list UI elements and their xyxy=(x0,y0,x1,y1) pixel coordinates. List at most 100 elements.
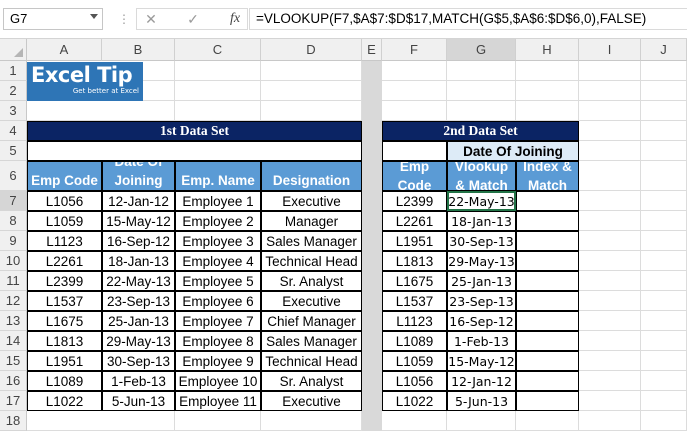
table1-cell[interactable]: Employee 3 xyxy=(175,231,261,251)
table1-header-3[interactable]: Designation xyxy=(261,161,362,191)
table1-cell[interactable]: 12-Jan-12 xyxy=(102,191,175,211)
table1-header-1[interactable]: Date Of Joining xyxy=(102,161,175,191)
table1-cell[interactable]: L1951 xyxy=(27,351,102,371)
row-header-11[interactable]: 11 xyxy=(0,271,27,291)
table1-cell[interactable]: 23-Sep-13 xyxy=(102,291,175,311)
row-header-8[interactable]: 8 xyxy=(0,211,27,231)
row-header-3[interactable]: 3 xyxy=(0,101,27,121)
table1-cell[interactable]: 30-Sep-13 xyxy=(102,351,175,371)
table2-cell[interactable]: L1089 xyxy=(382,331,447,351)
table2-cell[interactable]: L1813 xyxy=(382,251,447,271)
table1-cell[interactable]: L1089 xyxy=(27,371,102,391)
table1-blank-row[interactable] xyxy=(27,141,362,161)
table2-cell[interactable]: 29-May-13 xyxy=(447,251,516,271)
row-header-12[interactable]: 12 xyxy=(0,291,27,311)
table2-cell[interactable]: L1123 xyxy=(382,311,447,331)
table1-cell[interactable]: L1675 xyxy=(27,311,102,331)
table1-cell[interactable]: Sales Manager xyxy=(261,231,362,251)
table1-cell[interactable]: 22-May-13 xyxy=(102,271,175,291)
column-header-d[interactable]: D xyxy=(261,39,362,61)
table2-lookup-header[interactable]: Date Of Joining xyxy=(447,141,579,161)
table1-cell[interactable]: Executive xyxy=(261,191,362,211)
row-header-5[interactable]: 5 xyxy=(0,141,27,161)
row-header-14[interactable]: 14 xyxy=(0,331,27,351)
table1-cell[interactable]: Employee 2 xyxy=(175,211,261,231)
table1-cell[interactable]: Employee 11 xyxy=(175,391,261,411)
row-header-7[interactable]: 7 xyxy=(0,191,27,211)
table1-cell[interactable]: Technical Head xyxy=(261,351,362,371)
table1-cell[interactable]: Employee 5 xyxy=(175,271,261,291)
table1-cell[interactable]: L1537 xyxy=(27,291,102,311)
column-header-h[interactable]: H xyxy=(516,39,579,61)
table1-cell[interactable]: Sales Manager xyxy=(261,331,362,351)
column-header-e[interactable]: E xyxy=(362,39,382,61)
row-header-16[interactable]: 16 xyxy=(0,371,27,391)
table2-cell[interactable]: L1675 xyxy=(382,271,447,291)
table1-title[interactable]: 1st Data Set xyxy=(27,121,362,141)
column-header-g[interactable]: G xyxy=(447,39,516,61)
table1-cell[interactable]: L1123 xyxy=(27,231,102,251)
active-cell-g7[interactable] xyxy=(447,191,516,211)
table1-cell[interactable]: Manager xyxy=(261,211,362,231)
table1-cell[interactable]: Executive xyxy=(261,291,362,311)
table2-cell[interactable]: 18-Jan-13 xyxy=(447,211,516,231)
table1-cell[interactable]: Technical Head xyxy=(261,251,362,271)
table1-cell[interactable]: Executive xyxy=(261,391,362,411)
table1-cell[interactable]: Employee 4 xyxy=(175,251,261,271)
table2-blank-cell[interactable] xyxy=(382,141,447,161)
table2-header-2[interactable]: Index & Match xyxy=(516,161,579,191)
table2-cell[interactable] xyxy=(516,291,579,311)
table2-cell[interactable]: L1537 xyxy=(382,291,447,311)
table1-cell[interactable]: Chief Manager xyxy=(261,311,362,331)
table2-cell[interactable] xyxy=(516,251,579,271)
table1-cell[interactable]: Sr. Analyst xyxy=(261,371,362,391)
row-header-9[interactable]: 9 xyxy=(0,231,27,251)
table2-cell[interactable]: L1951 xyxy=(382,231,447,251)
row-header-17[interactable]: 17 xyxy=(0,391,27,411)
table1-cell[interactable]: Employee 6 xyxy=(175,291,261,311)
table1-cell[interactable]: Employee 8 xyxy=(175,331,261,351)
table1-cell[interactable]: Employee 9 xyxy=(175,351,261,371)
column-header-a[interactable]: A xyxy=(27,39,102,61)
table2-header-1[interactable]: Vlookup & Match xyxy=(447,161,516,191)
table2-cell[interactable] xyxy=(516,391,579,411)
formula-input[interactable]: =VLOOKUP(F7,$A$7:$D$17,MATCH(G$5,$A$6:$D… xyxy=(249,8,687,30)
row-header-1[interactable]: 1 xyxy=(0,61,27,81)
table2-header-0[interactable]: Emp Code xyxy=(382,161,447,191)
table2-cell[interactable] xyxy=(516,211,579,231)
table2-cell[interactable] xyxy=(516,351,579,371)
row-header-13[interactable]: 13 xyxy=(0,311,27,331)
table1-cell[interactable]: Sr. Analyst xyxy=(261,271,362,291)
table2-cell[interactable]: L1022 xyxy=(382,391,447,411)
table2-cell[interactable] xyxy=(516,271,579,291)
table2-cell[interactable]: 12-Jan-12 xyxy=(447,371,516,391)
row-header-4[interactable]: 4 xyxy=(0,121,27,141)
table2-cell[interactable]: 15-May-12 xyxy=(447,351,516,371)
table1-cell[interactable]: Employee 10 xyxy=(175,371,261,391)
table1-cell[interactable]: 18-Jan-13 xyxy=(102,251,175,271)
table1-cell[interactable]: L1056 xyxy=(27,191,102,211)
table2-cell[interactable]: 5-Jun-13 xyxy=(447,391,516,411)
table2-cell[interactable]: L2399 xyxy=(382,191,447,211)
table1-cell[interactable]: L1059 xyxy=(27,211,102,231)
table1-header-2[interactable]: Emp. Name xyxy=(175,161,261,191)
row-header-15[interactable]: 15 xyxy=(0,351,27,371)
table1-cell[interactable]: 5-Jun-13 xyxy=(102,391,175,411)
column-header-c[interactable]: C xyxy=(175,39,261,61)
table2-cell[interactable]: 1-Feb-13 xyxy=(447,331,516,351)
table1-cell[interactable]: Employee 7 xyxy=(175,311,261,331)
column-header-f[interactable]: F xyxy=(382,39,447,61)
insert-function-icon[interactable]: fx xyxy=(221,9,249,29)
table2-cell[interactable] xyxy=(516,191,579,211)
table1-cell[interactable]: 29-May-13 xyxy=(102,331,175,351)
table2-cell[interactable] xyxy=(516,371,579,391)
table1-cell[interactable]: L1022 xyxy=(27,391,102,411)
column-header-j[interactable]: J xyxy=(641,39,687,61)
table2-cell[interactable]: L2261 xyxy=(382,211,447,231)
select-all-corner[interactable] xyxy=(0,39,27,61)
cancel-icon[interactable]: ✕ xyxy=(137,9,165,29)
table2-cell[interactable] xyxy=(516,311,579,331)
chevron-down-icon[interactable] xyxy=(90,14,98,19)
table1-header-0[interactable]: Emp Code xyxy=(27,161,102,191)
column-header-i[interactable]: I xyxy=(579,39,641,61)
